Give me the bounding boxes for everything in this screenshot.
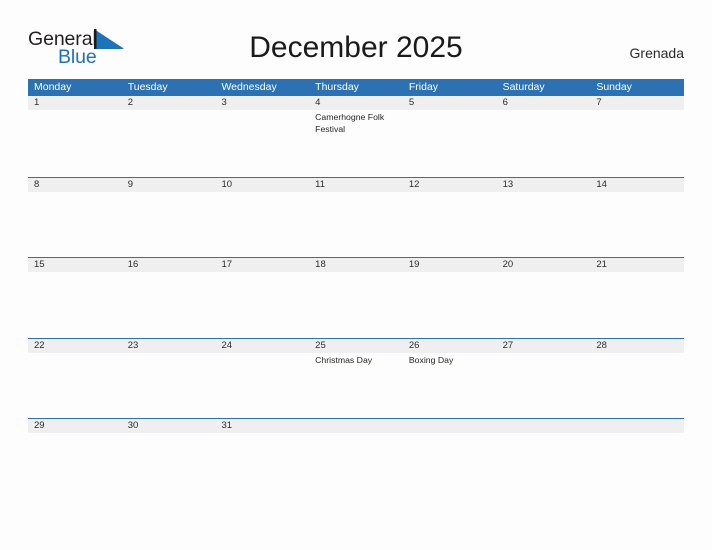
day-number: 5 [408, 97, 415, 108]
calendar-day-cell[interactable]: 28 [590, 339, 684, 419]
day-number: 1 [34, 97, 40, 108]
calendar-day-cell[interactable]: 22 [28, 339, 122, 419]
day-number: 2 [127, 97, 134, 108]
day-number: 28 [596, 339, 607, 351]
day-events: Christmas Day [315, 355, 403, 367]
day-number: 6 [502, 97, 508, 108]
weekday-monday: Monday [34, 81, 72, 93]
week-day-cells: 15 16 17 18 19 20 21 [28, 258, 684, 338]
calendar-week-row: 22 23 24 25 Christmas Day 26 Boxing Day 27 28 [28, 337, 684, 419]
calendar-day-cell-empty [590, 419, 684, 442]
calendar-day-cell-empty [403, 419, 497, 442]
weekday-header-row: Monday Tuesday Wednesday Thursday Friday… [28, 79, 684, 96]
calendar-day-cell[interactable]: 30 [122, 419, 216, 442]
calendar-day-cell[interactable]: 21 [590, 258, 684, 338]
calendar-day-cell[interactable]: 10 [215, 178, 309, 258]
day-number: 16 [127, 259, 139, 270]
day-number: 30 [127, 420, 139, 431]
weekday-thursday: Thursday [315, 81, 359, 93]
weekday-saturday: Saturday [502, 81, 545, 93]
weekday-wednesday: Wednesday [221, 81, 277, 93]
day-number: 24 [221, 339, 233, 351]
calendar-day-cell[interactable]: 2 [122, 96, 216, 177]
calendar-day-cell[interactable]: 4 Camerhogne Folk Festival [309, 96, 403, 177]
calendar-week-row: 8 9 10 11 12 13 14 [28, 176, 684, 258]
calendar-day-cell[interactable]: 8 [28, 178, 122, 258]
day-number: 27 [502, 339, 514, 351]
calendar-day-cell-empty [497, 419, 591, 442]
calendar-week-row: 1 2 3 4 Camerhogne Folk Festival 5 6 7 [28, 96, 684, 177]
calendar-day-cell[interactable]: 1 [28, 96, 122, 177]
weekday-sunday: Sunday [596, 81, 632, 93]
day-number: 11 [315, 178, 326, 190]
day-number: 26 [408, 339, 420, 351]
week-day-cells: 8 9 10 11 12 13 14 [28, 178, 684, 258]
calendar-grid: Monday Tuesday Wednesday Thursday Friday… [28, 79, 684, 442]
calendar-week-row: 15 16 17 18 19 20 21 [28, 257, 684, 338]
calendar-day-cell[interactable]: 20 [497, 258, 591, 338]
day-number: 19 [408, 259, 420, 270]
day-number: 7 [596, 97, 602, 108]
calendar-day-cell-empty [309, 419, 403, 442]
weekday-tuesday: Tuesday [127, 81, 168, 93]
weekday-friday: Friday [408, 81, 439, 93]
day-number: 22 [34, 339, 45, 351]
day-number: 20 [502, 259, 514, 270]
day-number: 23 [127, 339, 139, 351]
calendar-day-cell[interactable]: 26 Boxing Day [403, 339, 497, 419]
calendar-day-cell[interactable]: 5 [403, 96, 497, 177]
day-number: 18 [315, 259, 326, 270]
page-title: December 2025 [249, 31, 463, 64]
day-number: 12 [408, 178, 420, 190]
day-events: Camerhogne Folk Festival [315, 112, 403, 135]
calendar-day-cell[interactable]: 23 [122, 339, 216, 419]
page-header: General Blue December 2025 Grenada [0, 0, 712, 76]
calendar-day-cell[interactable]: 6 [497, 96, 591, 177]
calendar-day-cell[interactable]: 16 [122, 258, 216, 338]
holiday-event-label: Boxing Day [408, 354, 454, 365]
calendar-day-cell[interactable]: 13 [497, 178, 591, 258]
day-number: 21 [596, 259, 607, 270]
week-day-cells: 1 2 3 4 Camerhogne Folk Festival 5 6 7 [28, 96, 684, 177]
day-number: 13 [502, 178, 514, 190]
country-label: Grenada [629, 45, 684, 61]
calendar-day-cell[interactable]: 11 [309, 178, 403, 258]
day-number: 31 [221, 420, 233, 431]
day-number: 17 [221, 259, 233, 270]
calendar-day-cell[interactable]: 7 [590, 96, 684, 177]
day-number: 25 [315, 339, 326, 351]
calendar-day-cell[interactable]: 9 [122, 178, 216, 258]
day-number: 3 [221, 97, 227, 108]
week-day-cells: 29 30 31 [28, 419, 684, 442]
calendar-day-cell[interactable]: 25 Christmas Day [309, 339, 403, 419]
calendar-day-cell[interactable]: 27 [497, 339, 591, 419]
calendar-day-cell[interactable]: 15 [28, 258, 122, 338]
calendar-day-cell[interactable]: 19 [403, 258, 497, 338]
day-number: 14 [596, 178, 607, 190]
calendar-weeks: 1 2 3 4 Camerhogne Folk Festival 5 6 7 8 9 10 11 12 1… [28, 96, 684, 442]
calendar-day-cell[interactable]: 14 [590, 178, 684, 258]
holiday-event-label: Christmas Day [315, 354, 373, 365]
calendar-day-cell[interactable]: 12 [403, 178, 497, 258]
day-number: 29 [34, 420, 45, 431]
calendar-day-cell[interactable]: 17 [215, 258, 309, 338]
day-number: 15 [34, 259, 45, 270]
calendar-day-cell[interactable]: 3 [215, 96, 309, 177]
day-number: 9 [127, 178, 134, 190]
holiday-event-label: Camerhogne Folk Festival [315, 112, 385, 134]
calendar-day-cell[interactable]: 29 [28, 419, 122, 442]
day-events: Boxing Day [409, 355, 497, 367]
day-number: 4 [315, 97, 321, 108]
calendar-day-cell[interactable]: 18 [309, 258, 403, 338]
calendar-day-cell[interactable]: 31 [215, 419, 309, 442]
day-number: 8 [34, 178, 40, 190]
calendar-week-row: 29 30 31 [28, 418, 684, 442]
day-number: 10 [221, 178, 233, 190]
calendar-day-cell[interactable]: 24 [215, 339, 309, 419]
week-day-cells: 22 23 24 25 Christmas Day 26 Boxing Day 27 28 [28, 339, 684, 419]
